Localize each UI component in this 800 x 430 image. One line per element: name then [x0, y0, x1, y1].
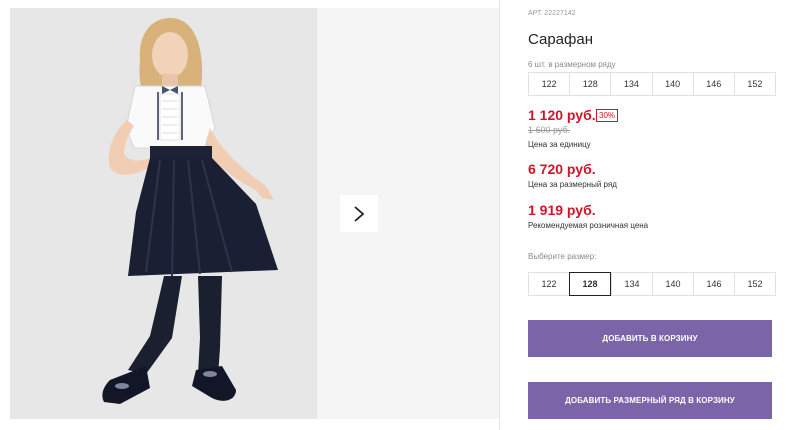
- old-price: 1 600 руб.: [528, 125, 571, 135]
- pack-size: 152: [733, 73, 776, 95]
- product-gallery: [0, 0, 500, 430]
- product-title: Сарафан: [528, 31, 593, 48]
- pack-price: 6 720 руб.: [528, 161, 596, 177]
- pack-price-label: Цена за размерный ряд: [528, 180, 617, 189]
- product-photo: [10, 8, 317, 419]
- article-number: АРТ. 22227142: [528, 10, 576, 17]
- pack-size: 146: [692, 73, 734, 95]
- product-photo-illustration: [102, 18, 278, 404]
- pack-size: 140: [651, 73, 693, 95]
- add-pack-to-cart-button[interactable]: Добавить размерный ряд в корзину: [528, 382, 772, 419]
- unit-price: 1 120 руб.: [528, 107, 596, 123]
- divider: [499, 0, 500, 430]
- pack-size: 128: [569, 73, 611, 95]
- size-option[interactable]: 134: [611, 273, 652, 295]
- size-option[interactable]: 122: [529, 273, 569, 295]
- chevron-right-icon: [354, 205, 365, 222]
- size-option[interactable]: 152: [734, 273, 775, 295]
- pack-size: 134: [610, 73, 652, 95]
- size-option-selected[interactable]: 128: [569, 272, 611, 296]
- size-option[interactable]: 140: [652, 273, 693, 295]
- select-size-label: Выберите размер:: [528, 252, 597, 261]
- size-selector: 122 128 134 140 146 152: [528, 272, 776, 296]
- unit-price-label: Цена за единицу: [528, 140, 591, 149]
- size-option[interactable]: 146: [693, 273, 734, 295]
- gallery-next-button[interactable]: [340, 195, 378, 232]
- pack-size: 122: [529, 73, 570, 95]
- discount-badge: 30%: [596, 109, 619, 122]
- retail-price-label: Рекомендуемая розничная цена: [528, 221, 649, 230]
- pack-size-row: 122 128 134 140 146 152: [528, 72, 776, 96]
- pack-caption: 6 шт. в размерном ряду: [528, 60, 616, 69]
- retail-price: 1 919 руб.: [528, 202, 596, 218]
- add-to-cart-button[interactable]: Добавить в корзину: [528, 320, 772, 357]
